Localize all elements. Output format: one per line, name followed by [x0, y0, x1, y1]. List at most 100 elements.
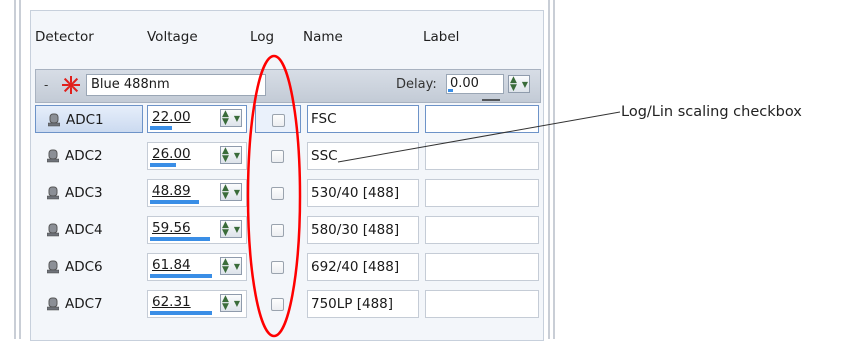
log-scale-checkbox[interactable]: [271, 298, 284, 311]
dropdown-arrow-icon: ▼: [233, 114, 240, 123]
parameter-name-field[interactable]: 692/40 [488]: [307, 253, 419, 281]
dropdown-arrow-icon: ▼: [521, 80, 528, 89]
detector-cell[interactable]: ADC6: [35, 253, 143, 281]
parameter-name-field[interactable]: SSC: [307, 142, 419, 170]
detector-row[interactable]: ADC4 59.56 ▲ ▼ ▼ 580/30 [488]: [35, 214, 539, 247]
voltage-spinner[interactable]: ▲ ▼ ▼: [220, 294, 242, 312]
voltage-input[interactable]: 26.00 ▲ ▼ ▼: [147, 142, 247, 170]
voltage-spinner[interactable]: ▲ ▼ ▼: [220, 109, 242, 127]
spin-updown-icon: ▲ ▼: [222, 146, 229, 164]
parameter-name: 750LP [488]: [311, 296, 394, 312]
spin-updown-icon: ▲ ▼: [222, 109, 229, 127]
voltage-value: 59.56: [152, 220, 191, 236]
parameter-name-field[interactable]: 750LP [488]: [307, 290, 419, 318]
voltage-input[interactable]: 62.31 ▲ ▼ ▼: [147, 290, 247, 318]
col-header-detector: Detector: [35, 29, 94, 45]
detector-row[interactable]: ADC6 61.84 ▲ ▼ ▼ 692/40 [488]: [35, 251, 539, 284]
voltage-spinner[interactable]: ▲ ▼ ▼: [220, 257, 242, 275]
right-border-outer: [553, 0, 555, 339]
callout-label: Log/Lin scaling checkbox: [621, 104, 802, 120]
voltage-input[interactable]: 61.84 ▲ ▼ ▼: [147, 253, 247, 281]
parameter-name-field[interactable]: FSC: [307, 105, 419, 133]
spin-updown-icon: ▲ ▼: [222, 220, 229, 238]
col-header-log: Log: [250, 29, 275, 45]
laser-name-field[interactable]: Blue 488nm: [86, 74, 266, 96]
log-scale-checkbox[interactable]: [271, 224, 284, 237]
label-field[interactable]: [425, 290, 539, 318]
detector-cell[interactable]: ADC2: [35, 142, 143, 170]
parameter-name: 530/40 [488]: [311, 185, 400, 201]
detector-cell[interactable]: ADC3: [35, 179, 143, 207]
col-header-voltage: Voltage: [147, 29, 198, 45]
left-border: [14, 0, 16, 339]
dropdown-arrow-icon: ▼: [233, 225, 240, 234]
col-header-label: Label: [423, 29, 460, 45]
spin-updown-icon: ▲ ▼: [510, 75, 517, 93]
detector-cell[interactable]: ADC1: [35, 105, 143, 133]
voltage-input[interactable]: 59.56 ▲ ▼ ▼: [147, 216, 247, 244]
detector-cell[interactable]: ADC7: [35, 290, 143, 318]
detector-name: ADC4: [65, 222, 103, 238]
delay-level-bar: [448, 89, 453, 92]
dropdown-arrow-icon: ▼: [233, 188, 240, 197]
right-border: [548, 0, 550, 339]
dropdown-arrow-icon: ▼: [233, 262, 240, 271]
detector-name: ADC1: [66, 112, 104, 128]
voltage-level-bar: [150, 126, 172, 130]
col-header-name: Name: [303, 29, 343, 45]
voltage-input[interactable]: 22.00 ▲ ▼ ▼: [147, 105, 247, 133]
parameter-name-field[interactable]: 530/40 [488]: [307, 179, 419, 207]
log-scale-checkbox[interactable]: [271, 150, 284, 163]
voltage-level-bar: [150, 311, 212, 315]
label-field[interactable]: [425, 179, 539, 207]
label-field[interactable]: [425, 105, 539, 133]
spin-updown-icon: ▲ ▼: [222, 183, 229, 201]
label-field[interactable]: [425, 253, 539, 281]
detector-lamp-icon: [48, 113, 60, 127]
voltage-spinner[interactable]: ▲ ▼ ▼: [220, 220, 242, 238]
delay-input[interactable]: 0.00: [446, 74, 504, 94]
laser-ray: [72, 77, 79, 84]
log-scale-checkbox[interactable]: [272, 114, 285, 127]
detector-row[interactable]: ADC2 26.00 ▲ ▼ ▼ SSC: [35, 140, 539, 173]
detector-row[interactable]: ADC7 62.31 ▲ ▼ ▼ 750LP [488]: [35, 288, 539, 321]
label-field[interactable]: [425, 216, 539, 244]
log-cell: [255, 216, 301, 244]
log-scale-checkbox[interactable]: [271, 187, 284, 200]
detector-name: ADC3: [65, 185, 103, 201]
log-cell: [255, 142, 301, 170]
parameter-name: SSC: [311, 148, 338, 164]
label-field[interactable]: [425, 142, 539, 170]
voltage-value: 22.00: [152, 109, 191, 125]
detector-row[interactable]: ADC3 48.89 ▲ ▼ ▼ 530/40 [488]: [35, 177, 539, 210]
delay-value: 0.00: [450, 76, 479, 91]
spin-updown-icon: ▲ ▼: [222, 294, 229, 312]
voltage-spinner[interactable]: ▲ ▼ ▼: [220, 183, 242, 201]
voltage-value: 48.89: [152, 183, 191, 199]
voltage-input[interactable]: 48.89 ▲ ▼ ▼: [147, 179, 247, 207]
detector-lamp-icon: [47, 186, 59, 200]
log-cell: [255, 290, 301, 318]
dropdown-arrow-icon: ▼: [233, 151, 240, 160]
detector-lamp-icon: [47, 149, 59, 163]
parameter-name-field[interactable]: 580/30 [488]: [307, 216, 419, 244]
voltage-level-bar: [150, 200, 199, 204]
parameter-name: FSC: [311, 111, 337, 127]
delay-label: Delay:: [396, 77, 437, 92]
laser-ray: [63, 86, 70, 93]
log-scale-checkbox[interactable]: [271, 261, 284, 274]
collapse-toggle[interactable]: -: [44, 78, 48, 92]
delay-spinner[interactable]: ▲ ▼ ▼: [508, 75, 530, 93]
detector-row[interactable]: ADC1 22.00 ▲ ▼ ▼ FSC: [35, 103, 539, 136]
detector-grid: Detector Voltage Log Name Label - Blue 4…: [30, 10, 544, 341]
laser-ray: [63, 77, 70, 84]
voltage-spinner[interactable]: ▲ ▼ ▼: [220, 146, 242, 164]
detector-name: ADC6: [65, 259, 103, 275]
laser-ray: [72, 86, 79, 93]
log-cell: [255, 179, 301, 207]
detector-cell[interactable]: ADC4: [35, 216, 143, 244]
detector-lamp-icon: [47, 297, 59, 311]
left-border-inner: [19, 0, 21, 339]
detector-name: ADC2: [65, 148, 103, 164]
parameter-name: 692/40 [488]: [311, 259, 400, 275]
